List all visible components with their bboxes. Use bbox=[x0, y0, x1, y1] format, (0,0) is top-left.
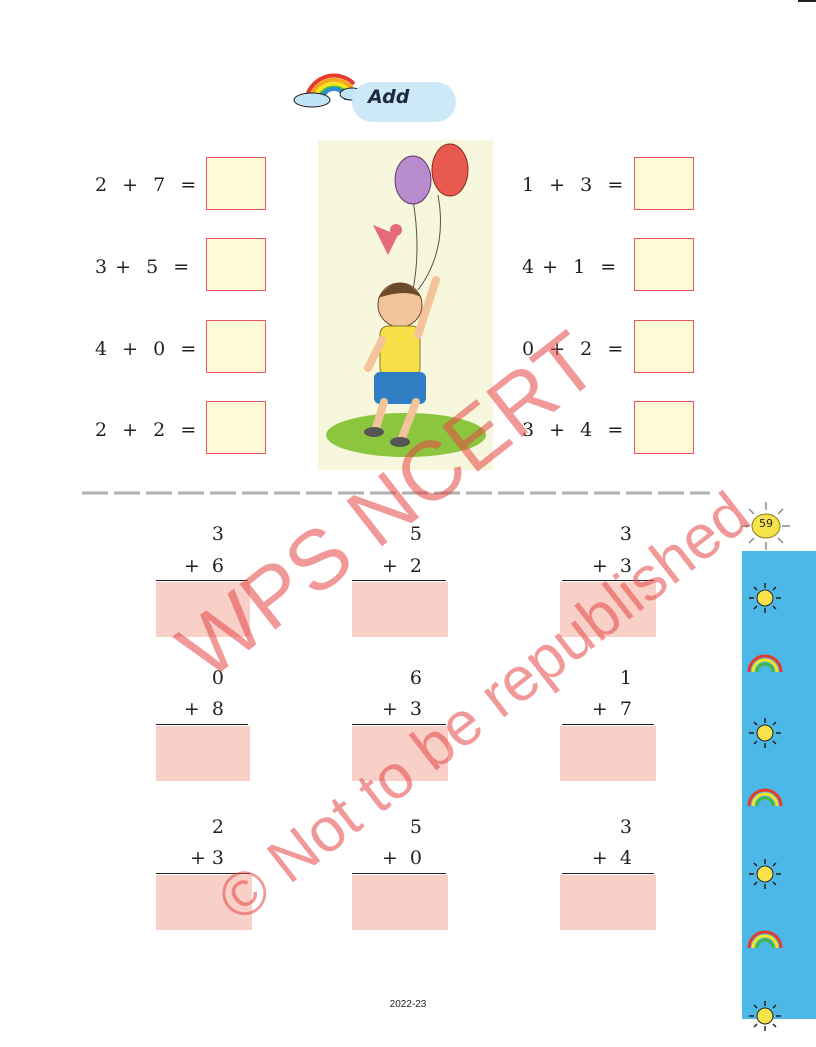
answer-box-left-4[interactable] bbox=[206, 401, 266, 454]
sum-line bbox=[352, 873, 446, 874]
problem-top-number: 3 bbox=[211, 523, 224, 545]
equation-right-1: 1 + 3 = bbox=[522, 174, 625, 196]
answer-box[interactable] bbox=[352, 875, 448, 930]
answer-box-left-3[interactable] bbox=[206, 320, 266, 373]
equation-left-2: 3 + 5 = bbox=[95, 256, 191, 278]
page-title: Add bbox=[368, 86, 410, 108]
answer-box-right-3[interactable] bbox=[634, 320, 694, 373]
equation-left-4: 2 + 2 = bbox=[95, 419, 198, 441]
answer-box-right-1[interactable] bbox=[634, 157, 694, 210]
problem-top-number: 2 bbox=[211, 816, 224, 838]
problem-bottom-addend: + 8 bbox=[183, 698, 224, 720]
page-number: 59 bbox=[759, 517, 773, 530]
equation-left-1: 2 + 7 = bbox=[95, 174, 198, 196]
problem-bottom-addend: + 6 bbox=[183, 555, 224, 577]
problem-bottom-addend: + 0 bbox=[381, 847, 422, 869]
rainbow-icon bbox=[747, 654, 783, 673]
problem-bottom-addend: + 4 bbox=[591, 847, 632, 869]
footer-year: 2022-23 bbox=[389, 999, 427, 1010]
problem-top-number: 3 bbox=[619, 523, 632, 545]
sun-icon bbox=[749, 583, 781, 613]
equation-right-2: 4 + 1 = bbox=[522, 256, 618, 278]
sun-icon bbox=[749, 718, 781, 748]
sum-line bbox=[156, 724, 248, 725]
answer-box-right-2[interactable] bbox=[634, 238, 694, 291]
answer-box[interactable] bbox=[156, 726, 250, 781]
sum-line bbox=[562, 873, 654, 874]
answer-box[interactable] bbox=[352, 582, 448, 637]
problem-top-number: 6 bbox=[409, 667, 422, 689]
equation-left-3: 4 + 0 = bbox=[95, 338, 198, 360]
answer-box-left-1[interactable] bbox=[206, 157, 266, 210]
answer-box-left-2[interactable] bbox=[206, 238, 266, 291]
problem-bottom-addend: + 3 bbox=[189, 847, 224, 869]
sum-line bbox=[562, 724, 654, 725]
problem-top-number: 3 bbox=[619, 816, 632, 838]
top-right-edge-mark bbox=[798, 0, 816, 2]
rainbow-icon bbox=[747, 930, 783, 949]
sun-icon bbox=[749, 859, 781, 889]
problem-bottom-addend: + 7 bbox=[591, 698, 632, 720]
answer-box[interactable] bbox=[560, 875, 656, 930]
answer-box-right-4[interactable] bbox=[634, 401, 694, 454]
answer-box[interactable] bbox=[560, 726, 656, 781]
rainbow-icon bbox=[747, 788, 783, 807]
